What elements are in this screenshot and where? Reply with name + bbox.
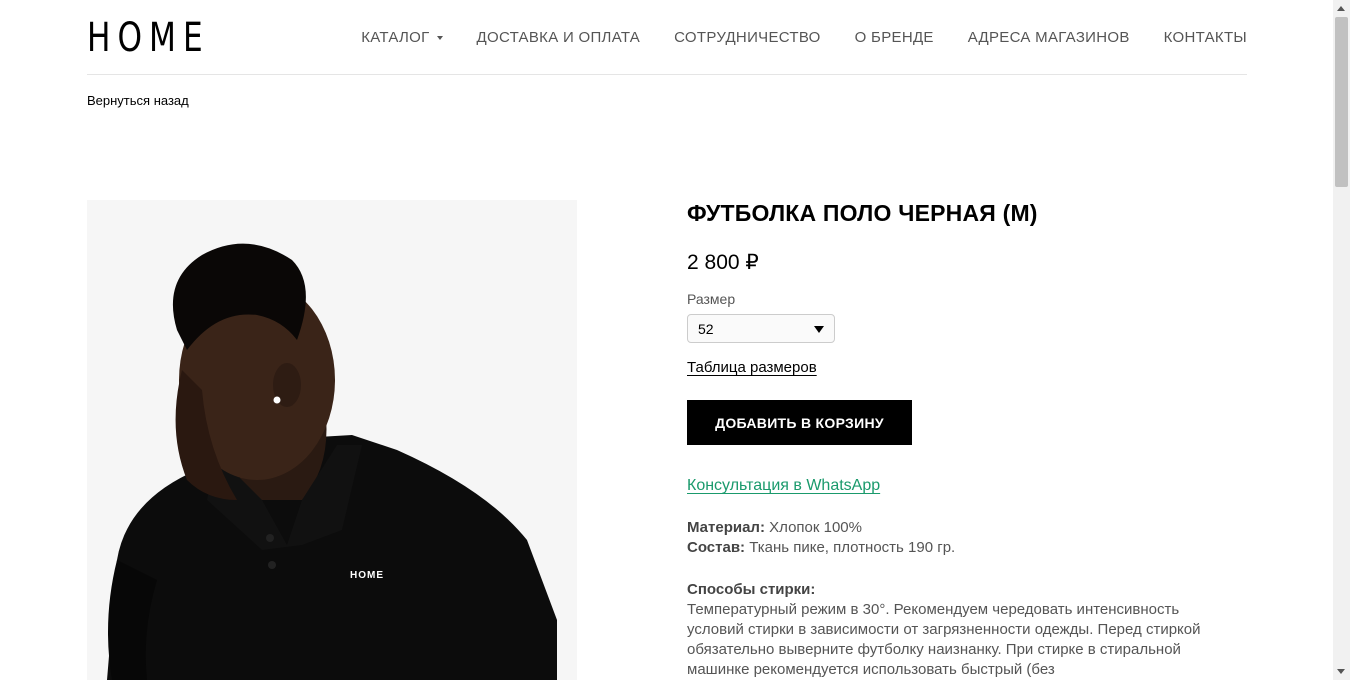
nav-item-stores[interactable]: АДРЕСА МАГАЗИНОВ — [968, 28, 1130, 48]
composition-line: Состав: Ткань пике, плотность 190 гр. — [687, 538, 1227, 558]
nav-label: СОТРУДНИЧЕСТВО — [674, 29, 821, 46]
material-line: Материал: Хлопок 100% — [687, 518, 1227, 538]
nav-item-contacts[interactable]: КОНТАКТЫ — [1164, 28, 1247, 48]
dropdown-arrow-icon — [814, 326, 824, 333]
nav-label: ДОСТАВКА И ОПЛАТА — [476, 29, 641, 46]
material-value: Хлопок 100% — [769, 519, 862, 536]
scroll-down-icon[interactable] — [1337, 669, 1345, 674]
product-photo[interactable]: HOME — [87, 200, 577, 680]
whatsapp-link[interactable]: Консультация в WhatsApp — [687, 477, 880, 495]
main-nav: КАТАЛОГ ДОСТАВКА И ОПЛАТА СОТРУДНИЧЕСТВО… — [361, 28, 1247, 48]
size-select[interactable]: 52 — [687, 314, 835, 343]
wash-text: Температурный режим в 30°. Рекомендуем ч… — [687, 601, 1201, 678]
shirt-logo: HOME — [350, 570, 384, 581]
nav-item-catalog[interactable]: КАТАЛОГ — [361, 28, 443, 48]
logo[interactable]: HOME — [87, 16, 210, 60]
chevron-down-icon — [436, 36, 443, 40]
back-link[interactable]: Вернуться назад — [87, 93, 189, 108]
nav-label: КАТАЛОГ — [361, 29, 430, 46]
nav-label: АДРЕСА МАГАЗИНОВ — [967, 29, 1130, 46]
composition-label: Состав: — [687, 539, 746, 556]
wash-title: Способы стирки: — [687, 581, 816, 598]
scroll-thumb[interactable] — [1335, 17, 1348, 187]
scroll-up-icon[interactable] — [1337, 6, 1345, 11]
site-header: HOME КАТАЛОГ ДОСТАВКА И ОПЛАТА СОТРУДНИЧ… — [87, 0, 1247, 75]
add-to-cart-button[interactable]: ДОБАВИТЬ В КОРЗИНУ — [687, 400, 912, 445]
scrollbar[interactable] — [1333, 0, 1350, 680]
nav-item-about[interactable]: О БРЕНДЕ — [855, 28, 934, 48]
nav-item-delivery[interactable]: ДОСТАВКА И ОПЛАТА — [477, 28, 641, 48]
size-select-value: 52 — [698, 321, 714, 337]
nav-label: КОНТАКТЫ — [1163, 29, 1247, 46]
nav-item-cooperation[interactable]: СОТРУДНИЧЕСТВО — [674, 28, 821, 48]
product-price: 2 800 ₽ — [687, 251, 759, 274]
composition-value: Ткань пике, плотность 190 гр. — [749, 539, 956, 556]
product-title: ФУТБОЛКА ПОЛО ЧЕРНАЯ (М) — [687, 200, 1038, 226]
size-label: Размер — [687, 291, 736, 307]
nav-label: О БРЕНДЕ — [854, 29, 934, 46]
size-table-link[interactable]: Таблица размеров — [687, 359, 817, 376]
model-image — [87, 200, 577, 680]
material-label: Материал: — [687, 519, 765, 536]
product-description: Материал: Хлопок 100% Состав: Ткань пике… — [687, 518, 1227, 680]
